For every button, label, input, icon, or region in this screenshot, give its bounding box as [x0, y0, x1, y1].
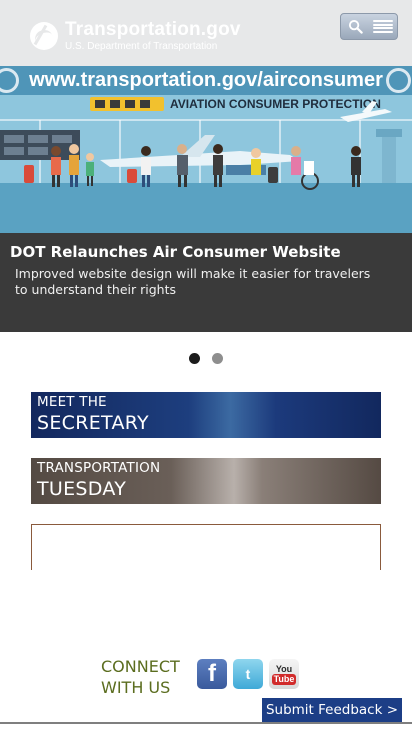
youtube-you-text: You	[275, 663, 293, 674]
carousel-dot-1[interactable]	[189, 353, 200, 364]
twitter-glyph: t	[245, 666, 251, 682]
caption-title[interactable]: DOT Relaunches Air Consumer Website	[10, 243, 341, 261]
connect-line1: CONNECT	[101, 657, 180, 676]
meet-the-secretary-banner[interactable]: MEET THE SECRETARY	[31, 392, 381, 438]
youtube-icon[interactable]: You Tube	[269, 659, 299, 689]
site-subtitle: U.S. Department of Transportation	[65, 41, 218, 52]
promo-line1: TRANSPORTATION	[37, 460, 161, 476]
site-title: Transportation.gov	[65, 19, 241, 40]
site-logo[interactable]: Transportation.gov U.S. Department of Tr…	[30, 20, 241, 52]
carousel-dot-2[interactable]	[212, 353, 223, 364]
promo-line2: TUESDAY	[37, 478, 127, 500]
caption-description: Improved website design will make it eas…	[15, 266, 371, 297]
hamburger-menu-icon	[373, 20, 393, 33]
bottom-divider	[0, 722, 412, 724]
site-header: Transportation.gov U.S. Department of Tr…	[0, 0, 412, 66]
hero-slide[interactable]: www.transportation.gov/airconsumer AVIAT…	[0, 66, 412, 233]
connect-line2: WITH US	[101, 678, 171, 697]
dot-logo-icon	[30, 22, 58, 50]
logo-text: Transportation.gov U.S. Department of Tr…	[65, 20, 241, 52]
promo-line1: MEET THE	[37, 394, 107, 410]
submit-feedback-button[interactable]: Submit Feedback >	[262, 698, 402, 722]
menu-button[interactable]	[369, 14, 397, 39]
globe-icon	[386, 68, 411, 93]
search-icon	[348, 19, 363, 34]
connect-label: CONNECT WITH US	[101, 656, 180, 698]
facebook-glyph: f	[208, 660, 216, 687]
search-button[interactable]	[341, 14, 369, 39]
content-box	[31, 524, 381, 570]
hero-url-banner: www.transportation.gov/airconsumer	[0, 66, 412, 95]
twitter-icon[interactable]: t	[233, 659, 263, 689]
header-button-group	[340, 13, 398, 40]
facebook-icon[interactable]: f	[197, 659, 227, 689]
hero-url-text: www.transportation.gov/airconsumer	[29, 69, 383, 91]
hero-caption: DOT Relaunches Air Consumer Website Impr…	[0, 233, 412, 332]
promo-line2: SECRETARY	[37, 412, 149, 434]
aviation-banner-text: AVIATION CONSUMER PROTECTION	[170, 97, 381, 111]
transportation-tuesday-banner[interactable]: TRANSPORTATION TUESDAY	[31, 458, 381, 504]
airport-terminal-illustration: AVIATION CONSUMER PROTECTION	[0, 95, 412, 233]
youtube-tube-text: Tube	[271, 673, 297, 685]
